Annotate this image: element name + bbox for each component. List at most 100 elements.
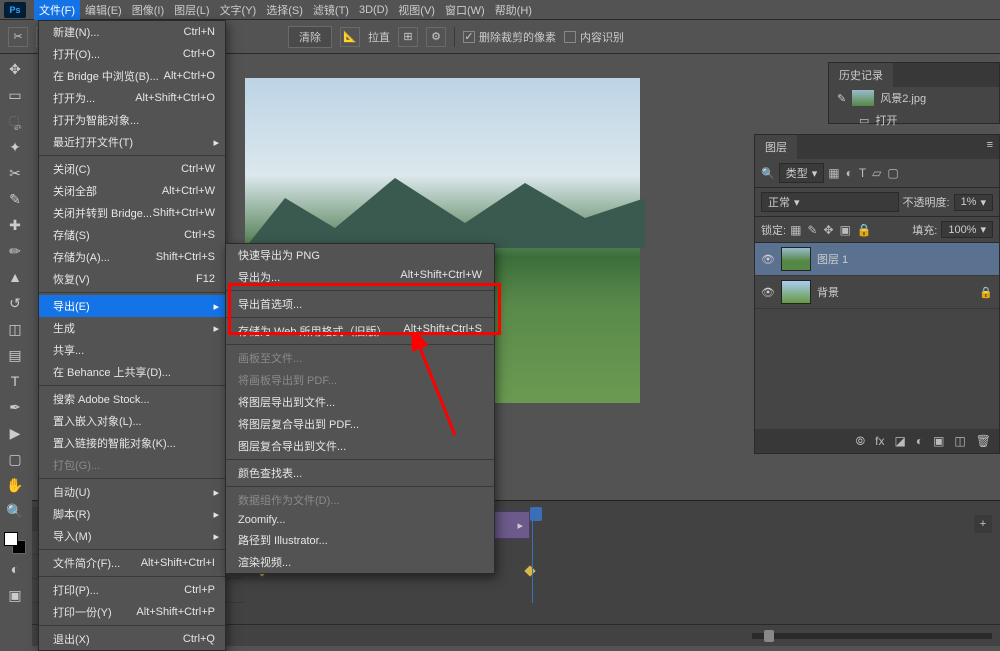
trash-icon[interactable]: 🗑	[976, 434, 991, 448]
file-menu-item[interactable]: 最近打开文件(T)	[39, 131, 225, 153]
menu-3d[interactable]: 3D(D)	[354, 2, 393, 18]
menu-help[interactable]: 帮助(H)	[490, 0, 537, 20]
file-menu-item[interactable]: 打印(P)...Ctrl+P	[39, 579, 225, 601]
file-menu-item[interactable]: 共享...	[39, 339, 225, 361]
lock-pos-icon[interactable]: ✥	[823, 223, 833, 237]
fx-icon[interactable]: fx	[875, 434, 884, 448]
layer-row-1[interactable]: 👁 图层 1	[755, 243, 999, 276]
hand-tool-icon[interactable]: ✋	[3, 474, 27, 496]
history-brush-tool-icon[interactable]: ↺	[3, 292, 27, 314]
fill-input[interactable]: 100%▾	[941, 221, 993, 238]
filter-smart-icon[interactable]: ▢	[887, 166, 898, 180]
file-menu-item[interactable]: 导出(E)	[39, 295, 225, 317]
pen-tool-icon[interactable]: ✒	[3, 396, 27, 418]
export-menu-item[interactable]: 颜色查找表...	[226, 462, 494, 484]
new-layer-icon[interactable]: ◫	[954, 434, 965, 448]
file-menu-item[interactable]: 退出(X)Ctrl+Q	[39, 628, 225, 650]
move-tool-icon[interactable]: ✥	[3, 58, 27, 80]
file-menu-item[interactable]: 恢复(V)F12	[39, 268, 225, 290]
add-track-button[interactable]: +	[974, 515, 992, 533]
adjust-icon[interactable]: ◐	[916, 434, 923, 448]
file-menu-item[interactable]: 置入嵌入对象(L)...	[39, 410, 225, 432]
visibility-icon[interactable]: 👁	[761, 253, 775, 266]
group-icon[interactable]: ▣	[933, 434, 944, 448]
lock-paint-icon[interactable]: ✎	[807, 223, 817, 237]
type-tool-icon[interactable]: T	[3, 370, 27, 392]
layer-row-bg[interactable]: 👁 背景 🔒	[755, 276, 999, 309]
lock-artboard-icon[interactable]: ▣	[840, 223, 851, 237]
content-aware-checkbox[interactable]: 内容识别	[564, 29, 624, 45]
gear-icon[interactable]: ⚙	[426, 27, 446, 47]
filter-pixel-icon[interactable]: ▦	[828, 166, 839, 180]
menu-edit[interactable]: 编辑(E)	[80, 0, 127, 20]
straighten-icon[interactable]: 📐	[340, 27, 360, 47]
export-menu-item[interactable]: 导出首选项...	[226, 293, 494, 315]
history-doc-item[interactable]: ✎ 风景2.jpg	[829, 87, 999, 109]
file-menu-item[interactable]: 自动(U)	[39, 481, 225, 503]
marquee-tool-icon[interactable]: ▭	[3, 84, 27, 106]
zoom-slider[interactable]	[752, 633, 992, 639]
file-menu-item[interactable]: 打开为...Alt+Shift+Ctrl+O	[39, 87, 225, 109]
menu-file[interactable]: 文件(F)	[34, 0, 80, 20]
export-menu-item[interactable]: 路径到 Illustrator...	[226, 529, 494, 551]
eraser-tool-icon[interactable]: ◫	[3, 318, 27, 340]
gradient-tool-icon[interactable]: ▤	[3, 344, 27, 366]
delete-cropped-checkbox[interactable]: ✓ 删除裁剪的像素	[463, 29, 556, 45]
brush-tool-icon[interactable]: ✏	[3, 240, 27, 262]
file-menu-item[interactable]: 关闭(C)Ctrl+W	[39, 158, 225, 180]
crop-tool-icon[interactable]: ✂	[3, 162, 27, 184]
export-menu-item[interactable]: Zoomify...	[226, 511, 494, 529]
grid-icon[interactable]: ⊞	[398, 27, 418, 47]
file-menu-item[interactable]: 关闭并转到 Bridge...Shift+Ctrl+W	[39, 202, 225, 224]
export-menu-item[interactable]: 数据组作为文件(D)...	[226, 489, 494, 511]
quick-mask-icon[interactable]: ◐	[3, 558, 27, 580]
opacity-input[interactable]: 1%▾	[954, 194, 993, 211]
eyedropper-tool-icon[interactable]: ✎	[3, 188, 27, 210]
history-tab[interactable]: 历史记录	[829, 63, 893, 87]
file-menu-item[interactable]: 存储(S)Ctrl+S	[39, 224, 225, 246]
file-menu-item[interactable]: 在 Bridge 中浏览(B)...Alt+Ctrl+O	[39, 65, 225, 87]
blend-mode-select[interactable]: 正常▾	[761, 192, 899, 212]
file-menu-item[interactable]: 文件简介(F)...Alt+Shift+Ctrl+I	[39, 552, 225, 574]
export-menu-item[interactable]: 渲染视频...	[226, 551, 494, 573]
file-menu-item[interactable]: 新建(N)...Ctrl+N	[39, 21, 225, 43]
lock-all-icon[interactable]: 🔒	[857, 223, 872, 237]
panel-menu-icon[interactable]: ≡	[981, 135, 999, 159]
lock-trans-icon[interactable]: ▦	[790, 223, 801, 237]
export-menu-item[interactable]: 导出为...Alt+Shift+Ctrl+W	[226, 266, 494, 288]
quick-select-tool-icon[interactable]: ✦	[3, 136, 27, 158]
mask-icon[interactable]: ◪	[894, 434, 905, 448]
filter-shape-icon[interactable]: ▱	[872, 166, 881, 180]
file-menu-item[interactable]: 关闭全部Alt+Ctrl+W	[39, 180, 225, 202]
search-icon[interactable]: 🔍	[761, 167, 775, 180]
file-menu-item[interactable]: 打包(G)...	[39, 454, 225, 476]
file-menu-item[interactable]: 脚本(R)	[39, 503, 225, 525]
file-menu-item[interactable]: 导入(M)	[39, 525, 225, 547]
healing-tool-icon[interactable]: ✚	[3, 214, 27, 236]
color-swatch[interactable]	[4, 532, 26, 554]
menu-layer[interactable]: 图层(L)	[169, 0, 214, 20]
lasso-tool-icon[interactable]: ೄ	[3, 110, 27, 132]
file-menu-item[interactable]: 打开(O)...Ctrl+O	[39, 43, 225, 65]
file-menu-item[interactable]: 在 Behance 上共享(D)...	[39, 361, 225, 383]
menu-view[interactable]: 视图(V)	[393, 0, 440, 20]
menu-filter[interactable]: 滤镜(T)	[308, 0, 354, 20]
crop-tool-icon[interactable]: ✂	[8, 27, 28, 47]
filter-adjust-icon[interactable]: ◐	[846, 166, 853, 180]
file-menu-item[interactable]: 置入链接的智能对象(K)...	[39, 432, 225, 454]
file-menu-item[interactable]: 打开为智能对象...	[39, 109, 225, 131]
zoom-tool-icon[interactable]: 🔍	[3, 500, 27, 522]
menu-type[interactable]: 文字(Y)	[215, 0, 262, 20]
stamp-tool-icon[interactable]: ▲	[3, 266, 27, 288]
history-step-item[interactable]: ▭ 打开	[829, 109, 999, 131]
file-menu-item[interactable]: 存储为(A)...Shift+Ctrl+S	[39, 246, 225, 268]
menu-select[interactable]: 选择(S)	[261, 0, 308, 20]
layers-tab[interactable]: 图层	[755, 135, 797, 159]
file-menu-item[interactable]: 打印一份(Y)Alt+Shift+Ctrl+P	[39, 601, 225, 623]
link-icon[interactable]: ⦾	[856, 434, 866, 449]
visibility-icon[interactable]: 👁	[761, 286, 775, 299]
filter-kind-select[interactable]: 类型▾	[779, 163, 825, 183]
menu-image[interactable]: 图像(I)	[127, 0, 169, 20]
file-menu-item[interactable]: 搜索 Adobe Stock...	[39, 388, 225, 410]
clip-menu-icon[interactable]: ▸	[511, 519, 529, 532]
